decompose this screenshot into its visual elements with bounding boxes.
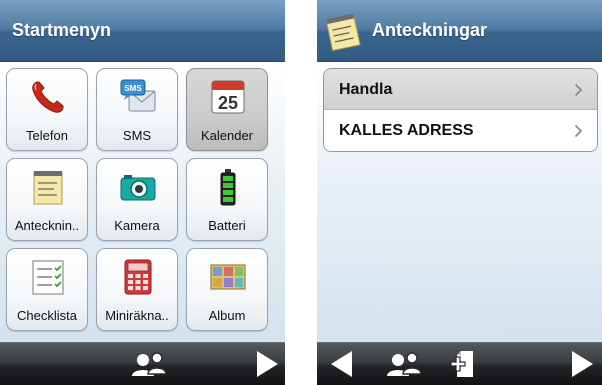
notes-list: Handla KALLES ADRESS [323,68,598,152]
note-title: Handla [339,81,393,98]
tile-label: Checklista [17,308,77,323]
tile-label: Kalender [200,128,254,143]
tile-label: Album [208,308,246,323]
notes-screen: Anteckningar Handla KALLES ADRESS [317,0,602,385]
tile-batteri[interactable]: Batteri [186,158,268,241]
tile-album[interactable]: Album [186,248,268,331]
add-note-icon[interactable] [449,349,479,379]
list-item[interactable]: Handla [324,69,597,110]
tile-telefon[interactable]: Telefon [6,68,88,151]
contacts-icon[interactable] [128,349,172,379]
notepad-icon [33,171,63,205]
tile-minirakna[interactable]: Miniräkna.. [96,248,178,331]
tile-sms[interactable]: SMS SMS [96,68,178,151]
svg-text:SMS: SMS [124,84,142,93]
notepad-icon [325,13,361,52]
tile-label: SMS [122,128,152,143]
tile-label: Miniräkna.. [105,308,169,323]
calculator-icon [124,259,152,295]
title-bar: Startmenyn [0,0,285,62]
forward-arrow-icon[interactable] [254,349,280,379]
tile-anteckningar[interactable]: Antecknin.. [6,158,88,241]
title-bar: Anteckningar [317,0,602,62]
camera-icon [120,175,156,201]
phone-icon [32,81,64,113]
chevron-right-icon [574,83,583,97]
bottom-toolbar [0,342,285,385]
album-icon [210,264,246,290]
tile-kalender[interactable]: 25 Kalender [186,68,268,151]
chevron-right-icon [574,124,583,138]
list-item[interactable]: KALLES ADRESS [324,110,597,151]
battery-icon [220,169,236,206]
tile-kamera[interactable]: Kamera [96,158,178,241]
notes-list-area: Handla KALLES ADRESS [317,62,602,343]
app-grid-area: Telefon SMS SMS 25 Kalender Antecknin.. … [0,62,285,343]
calendar-day: 25 [218,93,238,113]
tile-label: Antecknin.. [14,218,80,233]
calendar-icon: 25 [211,80,245,114]
screen-title: Startmenyn [12,20,112,40]
sms-icon: SMS [120,79,156,112]
tile-label: Kamera [114,218,160,233]
contacts-icon[interactable] [383,349,427,379]
tile-checklista[interactable]: Checklista [6,248,88,331]
bottom-toolbar [317,342,602,385]
back-arrow-icon[interactable] [329,349,355,379]
forward-arrow-icon[interactable] [569,349,595,379]
tile-label: Telefon [26,128,68,143]
note-title: KALLES ADRESS [339,122,474,139]
tile-label: Batteri [208,218,246,233]
start-menu-screen: Startmenyn Telefon SMS SMS 25 Kalender A… [0,0,285,385]
checklist-icon [32,260,64,295]
screen-title: Anteckningar [372,20,488,40]
